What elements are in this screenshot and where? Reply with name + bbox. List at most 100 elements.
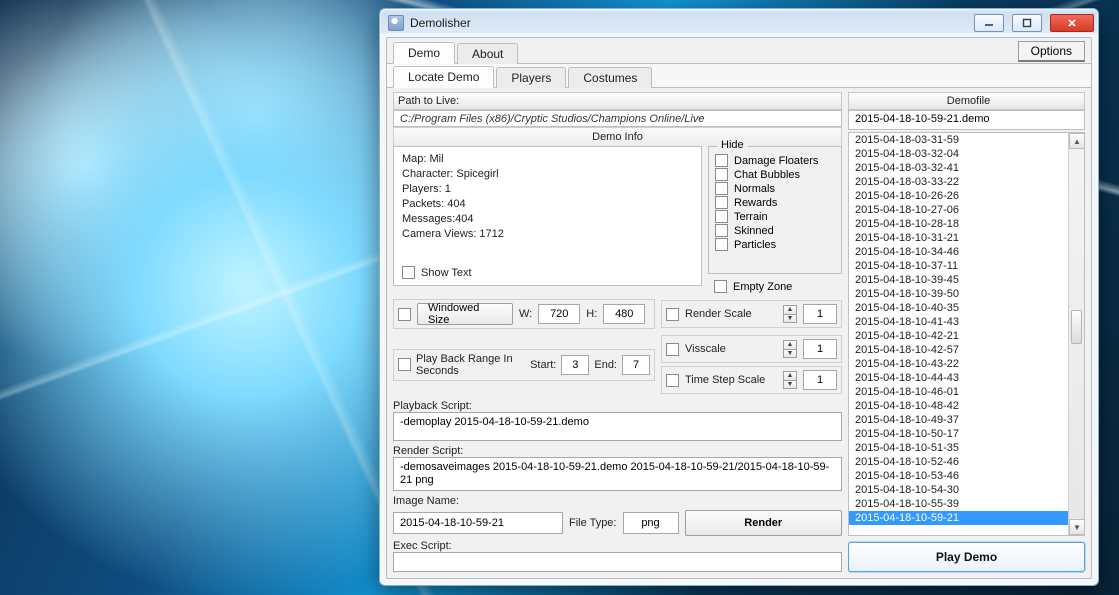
info-map: Map: Mil — [402, 153, 693, 165]
maximize-button[interactable] — [1012, 14, 1042, 32]
hide-checkbox[interactable] — [715, 210, 728, 223]
render-script-field[interactable]: -demosaveimages 2015-04-18-10-59-21.demo… — [393, 457, 842, 491]
right-panel: Demofile 2015-04-18-10-59-21.demo 2015-0… — [848, 88, 1091, 578]
hide-item-label: Terrain — [734, 211, 768, 223]
subtab-locate-demo[interactable]: Locate Demo — [393, 66, 494, 88]
list-item[interactable]: 2015-04-18-03-31-59 — [849, 133, 1068, 147]
list-item[interactable]: 2015-04-18-10-50-17 — [849, 427, 1068, 441]
list-item[interactable]: 2015-04-18-10-44-43 — [849, 371, 1068, 385]
list-item[interactable]: 2015-04-18-10-37-11 — [849, 259, 1068, 273]
options-button[interactable]: Options — [1018, 41, 1085, 62]
list-item[interactable]: 2015-04-18-03-33-22 — [849, 175, 1068, 189]
list-item[interactable]: 2015-04-18-10-46-01 — [849, 385, 1068, 399]
visscale-spinner[interactable]: ▲▼ — [783, 340, 797, 358]
timestep-checkbox[interactable] — [666, 374, 679, 387]
list-item[interactable]: 2015-04-18-10-43-22 — [849, 357, 1068, 371]
list-item[interactable]: 2015-04-18-10-51-35 — [849, 441, 1068, 455]
demofile-list[interactable]: 2015-04-18-03-31-592015-04-18-03-32-0420… — [849, 133, 1068, 535]
path-field[interactable]: C:/Program Files (x86)/Cryptic Studios/C… — [393, 110, 842, 127]
info-players: Players: 1 — [402, 183, 693, 195]
app-window: Demolisher Demo About Options Locate Dem… — [379, 8, 1099, 586]
info-character: Character: Spicegirl — [402, 168, 693, 180]
list-item[interactable]: 2015-04-18-10-39-45 — [849, 273, 1068, 287]
demofile-current[interactable]: 2015-04-18-10-59-21.demo — [848, 110, 1085, 130]
sub-tabstrip: Locate Demo Players Costumes — [387, 64, 1091, 88]
hide-checkbox[interactable] — [715, 168, 728, 181]
tab-demo-label: Demo — [408, 46, 440, 60]
render-script-label: Render Script: — [393, 445, 842, 457]
windowed-size-checkbox[interactable] — [398, 308, 411, 321]
list-item[interactable]: 2015-04-18-10-54-30 — [849, 483, 1068, 497]
info-camera-views: Camera Views: 1712 — [402, 228, 693, 240]
scroll-down-icon[interactable]: ▼ — [1069, 519, 1085, 535]
hide-checkbox[interactable] — [715, 154, 728, 167]
list-item[interactable]: 2015-04-18-10-42-21 — [849, 329, 1068, 343]
timestep-label: Time Step Scale — [685, 374, 777, 386]
list-item[interactable]: 2015-04-18-10-40-35 — [849, 301, 1068, 315]
list-item[interactable]: 2015-04-18-03-32-41 — [849, 161, 1068, 175]
list-item[interactable]: 2015-04-18-10-34-46 — [849, 245, 1068, 259]
render-button[interactable]: Render — [685, 510, 843, 536]
play-demo-button[interactable]: Play Demo — [848, 542, 1085, 572]
list-item[interactable]: 2015-04-18-10-52-46 — [849, 455, 1068, 469]
empty-zone-checkbox[interactable] — [714, 280, 727, 293]
visscale-input[interactable] — [803, 339, 837, 359]
path-label: Path to Live: — [393, 92, 842, 110]
hide-item-label: Rewards — [734, 197, 777, 209]
h-label: H: — [586, 308, 597, 320]
hide-checkbox[interactable] — [715, 238, 728, 251]
image-name-input[interactable] — [393, 512, 563, 534]
scroll-thumb[interactable] — [1071, 310, 1082, 344]
app-icon — [388, 15, 404, 31]
client-area: Demo About Options Locate Demo Players C… — [386, 37, 1092, 579]
render-scale-spinner[interactable]: ▲▼ — [783, 305, 797, 323]
exec-script-input[interactable] — [393, 552, 842, 572]
tab-about[interactable]: About — [457, 43, 518, 64]
close-button[interactable] — [1050, 14, 1094, 32]
render-scale-input[interactable] — [803, 304, 837, 324]
file-type-input[interactable] — [623, 512, 679, 534]
render-scale-checkbox[interactable] — [666, 308, 679, 321]
minimize-button[interactable] — [974, 14, 1004, 32]
width-input[interactable] — [538, 304, 580, 324]
list-item[interactable]: 2015-04-18-10-39-50 — [849, 287, 1068, 301]
show-text-label: Show Text — [421, 267, 472, 279]
scroll-up-icon[interactable]: ▲ — [1069, 133, 1085, 149]
exec-script-label: Exec Script: — [393, 540, 842, 552]
list-scrollbar[interactable]: ▲ ▼ — [1068, 133, 1084, 535]
list-item[interactable]: 2015-04-18-10-49-37 — [849, 413, 1068, 427]
end-input[interactable] — [622, 355, 650, 375]
titlebar[interactable]: Demolisher — [380, 9, 1098, 37]
tab-demo[interactable]: Demo — [393, 42, 455, 64]
hide-checkbox[interactable] — [715, 182, 728, 195]
playback-range-checkbox[interactable] — [398, 358, 411, 371]
list-item[interactable]: 2015-04-18-10-26-26 — [849, 189, 1068, 203]
subtab-costumes-label: Costumes — [583, 71, 637, 85]
list-item[interactable]: 2015-04-18-10-55-39 — [849, 497, 1068, 511]
list-item[interactable]: 2015-04-18-10-41-43 — [849, 315, 1068, 329]
list-item[interactable]: 2015-04-18-10-48-42 — [849, 399, 1068, 413]
timestep-spinner[interactable]: ▲▼ — [783, 371, 797, 389]
subtab-players[interactable]: Players — [496, 67, 566, 88]
windowed-size-button[interactable]: Windowed Size — [417, 303, 513, 325]
list-item[interactable]: 2015-04-18-10-42-57 — [849, 343, 1068, 357]
playback-script-field[interactable]: -demoplay 2015-04-18-10-59-21.demo — [393, 412, 842, 441]
start-input[interactable] — [561, 355, 589, 375]
demo-info-box: Map: Mil Character: Spicegirl Players: 1… — [393, 146, 702, 286]
list-item[interactable]: 2015-04-18-10-31-21 — [849, 231, 1068, 245]
timestep-input[interactable] — [803, 370, 837, 390]
list-item[interactable]: 2015-04-18-10-53-46 — [849, 469, 1068, 483]
render-scale-label: Render Scale — [685, 308, 777, 320]
demo-info-title: Demo Info — [393, 127, 842, 146]
subtab-costumes[interactable]: Costumes — [568, 67, 652, 88]
height-input[interactable] — [603, 304, 645, 324]
list-item[interactable]: 2015-04-18-10-27-06 — [849, 203, 1068, 217]
start-label: Start: — [530, 359, 556, 371]
visscale-checkbox[interactable] — [666, 343, 679, 356]
hide-checkbox[interactable] — [715, 196, 728, 209]
list-item[interactable]: 2015-04-18-03-32-04 — [849, 147, 1068, 161]
list-item[interactable]: 2015-04-18-10-28-18 — [849, 217, 1068, 231]
hide-checkbox[interactable] — [715, 224, 728, 237]
list-item[interactable]: 2015-04-18-10-59-21 — [849, 511, 1068, 525]
show-text-checkbox[interactable] — [402, 266, 415, 279]
